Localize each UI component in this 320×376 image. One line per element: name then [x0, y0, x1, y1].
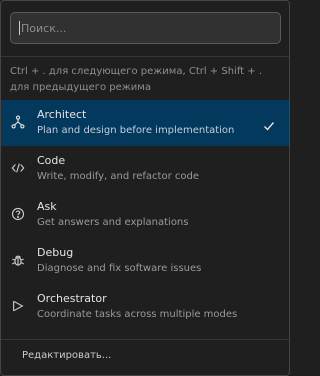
mode-title: Code — [37, 154, 66, 167]
mode-item-code[interactable]: Code Write, modify, and refactor code — [1, 146, 289, 192]
mode-title: Ask — [37, 200, 57, 213]
mode-title: Architect — [37, 108, 87, 121]
architect-icon — [11, 115, 25, 129]
mode-item-architect[interactable]: Architect Plan and design before impleme… — [1, 100, 289, 146]
mode-description: Get answers and explanations — [37, 217, 189, 228]
text-caret — [19, 21, 20, 35]
check-icon — [263, 117, 275, 131]
mode-item-ask[interactable]: Ask Get answers and explanations — [1, 192, 289, 238]
mode-title: Debug — [37, 246, 74, 259]
divider — [1, 56, 289, 57]
mode-item-orchestrator[interactable]: Orchestrator Coordinate tasks across mul… — [1, 284, 289, 330]
mode-picker-panel: Ctrl + . для следующего режима, Ctrl + S… — [0, 0, 290, 376]
run-icon — [11, 299, 25, 313]
code-icon — [11, 161, 25, 175]
bug-icon — [11, 253, 25, 267]
divider — [1, 339, 289, 340]
mode-title: Orchestrator — [37, 292, 107, 305]
mode-description: Write, modify, and refactor code — [37, 171, 199, 182]
mode-item-debug[interactable]: Debug Diagnose and fix software issues — [1, 238, 289, 284]
mode-list: Architect Plan and design before impleme… — [1, 100, 289, 330]
question-icon — [11, 207, 25, 221]
edit-modes-link[interactable]: Редактировать... — [22, 349, 111, 363]
search-input[interactable] — [21, 13, 280, 43]
search-box[interactable] — [10, 12, 281, 44]
mode-description: Plan and design before implementation — [37, 125, 235, 136]
mode-description: Diagnose and fix software issues — [37, 263, 202, 274]
mode-description: Coordinate tasks across multiple modes — [37, 309, 238, 320]
keyboard-hint: Ctrl + . для следующего режима, Ctrl + S… — [10, 66, 263, 93]
